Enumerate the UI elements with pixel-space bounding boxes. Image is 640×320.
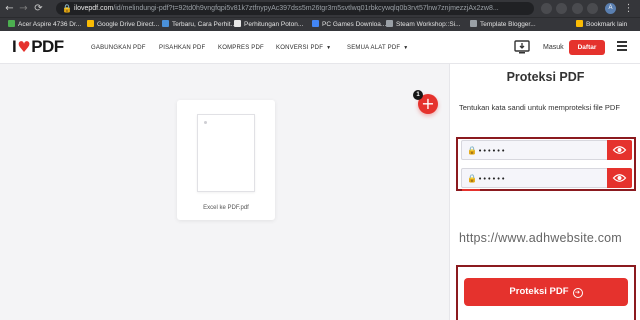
watermark-text: https://www.adhwebsite.com bbox=[459, 231, 622, 245]
arrow-right-icon: ➔ bbox=[572, 288, 583, 298]
action-button-highlight: Proteksi PDF ➔ bbox=[456, 265, 636, 320]
folder-icon bbox=[576, 20, 583, 27]
bookmark-1[interactable]: Acer Aspire 4736 Dr... bbox=[8, 19, 81, 31]
bookmark-7[interactable]: Template Blogger... bbox=[470, 19, 536, 31]
bookmark-favicon bbox=[87, 20, 94, 27]
back-icon[interactable]: ← bbox=[3, 2, 16, 15]
file-thumbnail bbox=[197, 114, 255, 192]
options-sidebar: Proteksi PDF Tentukan kata sandi untuk m… bbox=[449, 64, 640, 320]
signup-button[interactable]: Daftar bbox=[569, 40, 605, 55]
nav-label: KOMPRES PDF bbox=[218, 45, 264, 51]
chevron-down-icon: ▼ bbox=[326, 45, 332, 51]
share-icon[interactable] bbox=[541, 3, 552, 14]
bookmark-label: Steam Workshop::Si... bbox=[396, 21, 461, 28]
desktop-download-icon[interactable] bbox=[514, 39, 530, 55]
bookmark-label: Template Blogger... bbox=[480, 21, 536, 28]
file-count-badge: 1 bbox=[413, 90, 423, 100]
hamburger-menu-icon[interactable] bbox=[617, 41, 627, 51]
lock-icon: 🔒 bbox=[62, 4, 72, 13]
login-link[interactable]: Masuk bbox=[543, 43, 564, 53]
file-card[interactable]: Excel ke PDF.pdf bbox=[177, 100, 275, 220]
url-host: ilovepdf.com bbox=[74, 5, 114, 12]
bookmark-other[interactable]: Bookmark lain bbox=[576, 19, 627, 31]
profile-avatar[interactable]: A bbox=[605, 3, 616, 14]
logo-text: PDF bbox=[31, 37, 64, 56]
sidebar-description: Tentukan kata sandi untuk memproteksi fi… bbox=[459, 103, 620, 112]
nav-label: GABUNGKAN PDF bbox=[91, 45, 146, 51]
bookmark-label: Acer Aspire 4736 Dr... bbox=[18, 21, 82, 28]
bookmark-3[interactable]: Terbaru, Cara Perhit... bbox=[162, 19, 236, 31]
password-value: •••••• bbox=[478, 147, 506, 155]
bookmark-label: PC Games Downloa... bbox=[322, 21, 387, 28]
eye-icon bbox=[612, 146, 627, 154]
more-vert-icon[interactable]: ⋮ bbox=[622, 2, 635, 15]
nav-convert-pdf[interactable]: KONVERSI PDF ▼ bbox=[276, 44, 331, 52]
ilovepdf-logo[interactable]: I♥PDF bbox=[12, 37, 64, 57]
reload-icon[interactable]: ⟳ bbox=[32, 2, 45, 15]
bookmark-favicon bbox=[234, 20, 241, 27]
nav-label: PISAHKAN PDF bbox=[159, 45, 206, 51]
file-name: Excel ke PDF.pdf bbox=[203, 205, 249, 211]
bookmark-favicon bbox=[386, 20, 393, 27]
bookmark-label: Terbaru, Cara Perhit... bbox=[172, 21, 236, 28]
nav-compress-pdf[interactable]: KOMPRES PDF bbox=[218, 44, 264, 52]
bookmarks-bar: Acer Aspire 4736 Dr... Google Drive Dire… bbox=[0, 17, 640, 31]
password-fields-highlight: 🔒 •••••• 🔒 •••••• bbox=[456, 137, 636, 191]
bookmark-label: Bookmark lain bbox=[586, 21, 628, 28]
puzzle-icon[interactable] bbox=[587, 3, 598, 14]
lock-icon: 🔒 bbox=[467, 174, 477, 183]
site-header: I♥PDF GABUNGKAN PDF PISAHKAN PDF KOMPRES… bbox=[0, 31, 640, 64]
logo-letter: I bbox=[12, 37, 17, 56]
forward-icon[interactable]: → bbox=[17, 2, 30, 15]
password-input[interactable]: 🔒 •••••• bbox=[461, 140, 632, 160]
nav-label: KONVERSI PDF bbox=[276, 45, 324, 51]
extension-icon[interactable] bbox=[572, 3, 583, 14]
nav-label: SEMUA ALAT PDF bbox=[347, 45, 401, 51]
bookmark-favicon bbox=[470, 20, 477, 27]
nav-all-pdf-tools[interactable]: SEMUA ALAT PDF ▼ bbox=[347, 44, 408, 52]
bookmark-4[interactable]: Perhitungan Poton... bbox=[234, 19, 303, 31]
sidebar-title: Proteksi PDF bbox=[506, 70, 585, 84]
protect-pdf-button[interactable]: Proteksi PDF ➔ bbox=[464, 278, 628, 306]
address-bar-url: ilovepdf.com/id/melindungi-pdf?t=92td0h9… bbox=[74, 2, 514, 15]
bookmark-favicon bbox=[8, 20, 15, 27]
address-bar[interactable]: 🔒 ilovepdf.com/id/melindungi-pdf?t=92td0… bbox=[56, 2, 534, 15]
bookmark-5[interactable]: PC Games Downloa... bbox=[312, 19, 386, 31]
lock-icon: 🔒 bbox=[467, 146, 477, 155]
password-strength-bar bbox=[462, 189, 480, 191]
show-confirm-password-button[interactable] bbox=[607, 168, 632, 188]
file-workspace: Excel ke PDF.pdf + 1 bbox=[0, 64, 449, 320]
url-path: /id/melindungi-pdf?t=92td0h9vngfqpi5v81k… bbox=[113, 5, 499, 12]
browser-toolbar: ← → ⟳ 🔒 ilovepdf.com/id/melindungi-pdf?t… bbox=[0, 0, 640, 17]
chevron-down-icon: ▼ bbox=[403, 45, 409, 51]
eye-icon bbox=[612, 174, 627, 182]
protect-pdf-label: Proteksi PDF bbox=[509, 286, 569, 297]
bookmark-favicon bbox=[162, 20, 169, 27]
bookmark-label: Google Drive Direct... bbox=[97, 21, 160, 28]
bookmark-label: Perhitungan Poton... bbox=[244, 21, 304, 28]
bookmark-favicon bbox=[312, 20, 319, 27]
confirm-password-input[interactable]: 🔒 •••••• bbox=[461, 168, 632, 188]
show-password-button[interactable] bbox=[607, 140, 632, 160]
bookmark-6[interactable]: Steam Workshop::Si... bbox=[386, 19, 461, 31]
star-icon[interactable] bbox=[556, 3, 567, 14]
nav-merge-pdf[interactable]: GABUNGKAN PDF bbox=[91, 44, 146, 52]
confirm-password-value: •••••• bbox=[478, 175, 506, 183]
bookmark-2[interactable]: Google Drive Direct... bbox=[87, 19, 159, 31]
heart-icon: ♥ bbox=[17, 38, 31, 56]
nav-split-pdf[interactable]: PISAHKAN PDF bbox=[159, 44, 205, 52]
